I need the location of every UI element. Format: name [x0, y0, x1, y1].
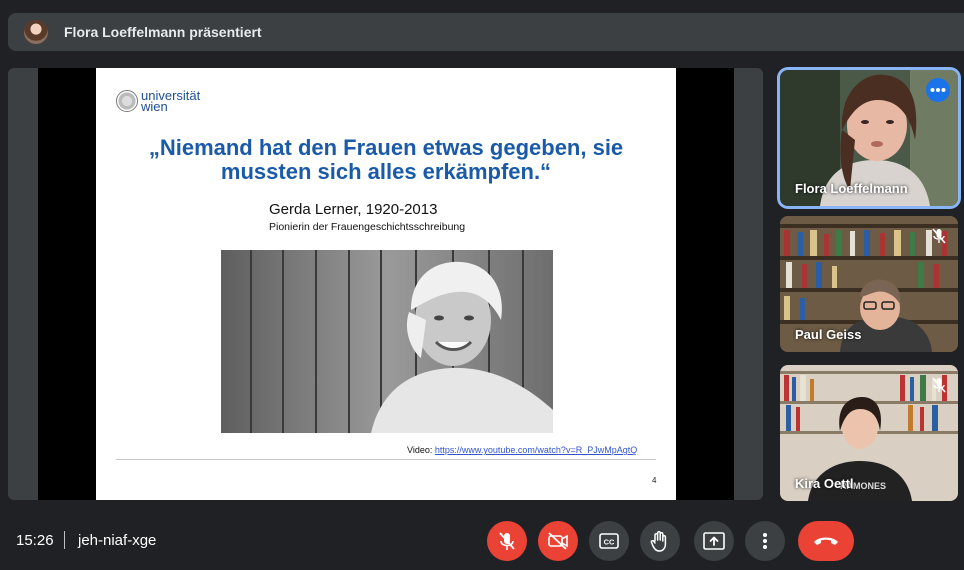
mic-off-icon	[499, 532, 515, 550]
microphone-toggle-button[interactable]	[487, 521, 527, 561]
portrait-photo-drawing	[221, 250, 553, 433]
university-seal-icon	[116, 90, 138, 112]
present-now-button[interactable]	[694, 521, 734, 561]
slide-quote: „Niemand hat den Frauen etwas gegeben, s…	[96, 136, 676, 184]
raise-hand-button[interactable]	[640, 521, 680, 561]
meeting-info-divider	[64, 531, 65, 549]
mic-off-icon	[932, 228, 946, 249]
presenter-bar: Flora Loeffelmann präsentiert	[8, 13, 964, 51]
more-options-button[interactable]	[926, 78, 950, 102]
more-options-control[interactable]	[745, 521, 785, 561]
university-name: universität wien	[141, 89, 200, 113]
video-label: Video:	[407, 445, 433, 455]
presenter-label: Flora Loeffelmann präsentiert	[64, 24, 262, 40]
participant-name: Paul Geiss	[795, 327, 862, 342]
participant-name: Flora Loeffelmann	[795, 181, 908, 196]
portrait-photo	[221, 250, 553, 433]
camera-off-icon	[548, 532, 568, 550]
hand-icon	[650, 531, 667, 552]
participant-tile-paul[interactable]: Paul Geiss	[780, 216, 958, 352]
mic-off-icon	[932, 377, 946, 398]
more-vert-icon	[763, 533, 767, 549]
meeting-time: 15:26	[16, 532, 54, 549]
participant-name: Kira Oettl	[795, 476, 854, 491]
quote-author: Gerda Lerner, 1920-2013	[269, 201, 438, 218]
captions-icon: CC	[599, 533, 619, 549]
present-icon	[703, 532, 725, 550]
video-reference: Video: https://www.youtube.com/watch?v=R…	[407, 445, 637, 455]
leave-call-button[interactable]	[798, 521, 854, 561]
slide-divider	[116, 459, 656, 460]
captions-button[interactable]: CC	[589, 521, 629, 561]
author-subtitle: Pionierin der Frauengeschichtsschreibung	[269, 221, 466, 233]
svg-text:CC: CC	[604, 538, 615, 547]
presenter-avatar	[24, 20, 48, 44]
quote-line-2: mussten sich alles erkämpfen.“	[220, 159, 552, 184]
meeting-code[interactable]: jeh-niaf-xge	[78, 532, 156, 549]
more-horiz-icon	[930, 88, 946, 92]
participant-tile-flora[interactable]: Flora Loeffelmann	[780, 70, 958, 206]
slide-page-number: 4	[652, 476, 657, 485]
camera-toggle-button[interactable]	[538, 521, 578, 561]
university-logo: universität wien	[116, 89, 200, 113]
quote-line-1: „Niemand hat den Frauen etwas gegeben, s…	[148, 135, 624, 160]
phone-hangup-icon	[814, 537, 838, 545]
presentation-slide: universität wien „Niemand hat den Frauen…	[96, 68, 676, 500]
presentation-stage[interactable]: universität wien „Niemand hat den Frauen…	[8, 68, 763, 500]
participant-tile-kira[interactable]: RAMONES Kira Oettl	[780, 365, 958, 501]
video-link[interactable]: https://www.youtube.com/watch?v=R_PJwMpA…	[435, 445, 637, 455]
